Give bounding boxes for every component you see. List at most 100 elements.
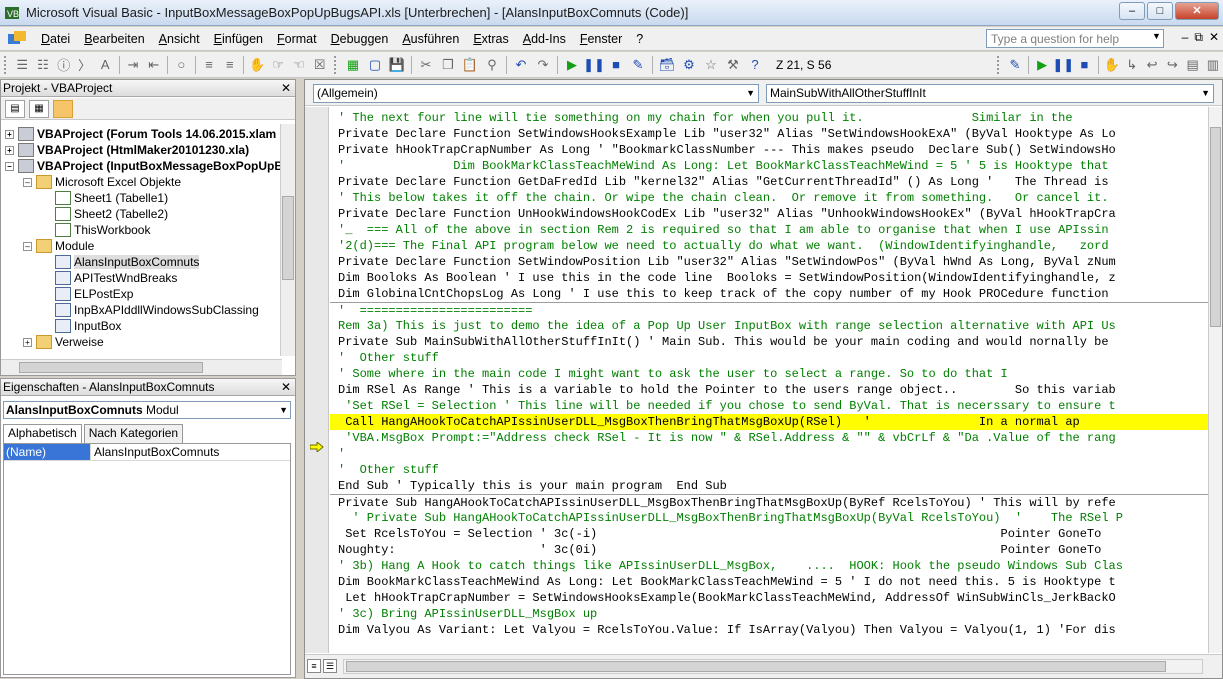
scrollbar-thumb[interactable]	[346, 661, 1166, 672]
menu-datei[interactable]: Datei	[34, 32, 77, 46]
code-line[interactable]: ' The next four line will tie something …	[330, 110, 1210, 126]
complete-word-icon[interactable]: A	[97, 56, 114, 74]
code-line[interactable]: ' Other stuff	[330, 350, 1210, 366]
tree-node-inpbxapiddll[interactable]: InpBxAPIddllWindowsSubClassing	[55, 302, 259, 318]
step-into-icon[interactable]: ↳	[1124, 56, 1140, 74]
code-line[interactable]: ' Other stuff	[330, 462, 1210, 478]
help-icon[interactable]: ?	[746, 56, 764, 74]
toggle-bookmark-icon[interactable]: ✋	[249, 56, 266, 74]
toggle-breakpoint-icon[interactable]: ✋	[1103, 56, 1119, 74]
mdi-minimize-icon[interactable]: –	[1182, 30, 1189, 45]
code-line[interactable]: ' This below takes it off the chain. Or …	[330, 190, 1210, 206]
toolbar-grip[interactable]	[997, 55, 1001, 74]
maximize-button[interactable]: □	[1147, 2, 1173, 20]
code-line[interactable]: ' Private Sub HangAHookToCatchAPIssinUse…	[330, 510, 1210, 526]
mdi-restore-icon[interactable]: ⧉	[1194, 30, 1203, 45]
full-module-view-icon[interactable]: ☰	[323, 659, 337, 673]
locals-window-icon[interactable]: ▤	[1184, 56, 1200, 74]
indent-icon[interactable]: ⇥	[125, 56, 142, 74]
paste-icon[interactable]: 📋	[461, 56, 479, 74]
view-code-icon[interactable]: ▤	[5, 99, 25, 118]
tree-node-excel-objects[interactable]: – Microsoft Excel Objekte	[23, 174, 181, 190]
object-combo[interactable]: (Allgemein) ▼	[313, 84, 759, 103]
step-out-icon[interactable]: ↪	[1164, 56, 1180, 74]
project-tree-vscrollbar[interactable]	[280, 124, 295, 356]
reset-icon[interactable]: ■	[607, 56, 625, 74]
list-properties-icon[interactable]: ☰	[14, 56, 31, 74]
menu-ansicht[interactable]: Ansicht	[152, 32, 207, 46]
outdent-icon[interactable]: ⇤	[145, 56, 162, 74]
project-tree-hscrollbar[interactable]	[1, 359, 282, 375]
procedure-view-icon[interactable]: ≡	[307, 659, 321, 673]
code-line[interactable]: Dim BookMarkClassTeachMeWind As Long: Le…	[330, 574, 1210, 590]
code-vscrollbar[interactable]	[1208, 107, 1222, 653]
cut-icon[interactable]: ✂	[417, 56, 435, 74]
tree-node-apitestwndbreaks[interactable]: APITestWndBreaks	[55, 270, 177, 286]
menu-ausfuehren[interactable]: Ausführen	[395, 32, 466, 46]
code-line[interactable]: 'VBA.MsgBox Prompt:="Address check RSel …	[330, 430, 1210, 446]
menu-debuggen[interactable]: Debuggen	[324, 32, 396, 46]
code-line[interactable]: ' 3c) Bring APIssinUserDLL_MsgBox up	[330, 606, 1210, 622]
toolbox-icon[interactable]: ⚒	[724, 56, 742, 74]
toggle-folders-icon[interactable]	[53, 99, 73, 118]
code-line[interactable]: Private Sub MainSubWithAllOtherStuffInIt…	[330, 334, 1210, 350]
tree-node-sheet2[interactable]: Sheet2 (Tabelle2)	[55, 206, 168, 222]
mdi-close-icon[interactable]: ✕	[1209, 30, 1219, 45]
uncomment-block-icon[interactable]: ≡	[221, 56, 238, 74]
tree-node-htmlmaker[interactable]: + VBAProject (HtmlMaker20101230.xla)	[5, 142, 249, 158]
chevron-down-icon[interactable]: ▼	[1201, 85, 1210, 102]
code-line[interactable]: Private Declare Function UnHookWindowsHo…	[330, 206, 1210, 222]
code-line[interactable]: Noughty: ' 3c(0i) Pointer GoneTo	[330, 542, 1210, 558]
object-browser-icon[interactable]: ☆	[702, 56, 720, 74]
tree-node-elpostexp[interactable]: ELPostExp	[55, 286, 133, 302]
quick-info-icon[interactable]: ⓘ	[55, 56, 72, 74]
tree-node-inputbox-project[interactable]: – VBAProject (InputBoxMessageBoxPopUpB	[5, 158, 281, 174]
toolbar-grip[interactable]	[4, 55, 8, 74]
menu-einfuegen[interactable]: Einfügen	[207, 32, 270, 46]
menu-format[interactable]: Format	[270, 32, 324, 46]
pause-icon[interactable]: ❚❚	[1052, 56, 1074, 74]
object-selector[interactable]: AlansInputBoxComnuts Modul ▼	[3, 401, 291, 419]
close-icon[interactable]: ✕	[281, 379, 291, 395]
properties-window-icon[interactable]: ⚙	[680, 56, 698, 74]
code-line[interactable]: Private Declare Function SetWindowPositi…	[330, 254, 1210, 270]
scrollbar-thumb[interactable]	[1210, 127, 1221, 327]
tree-node-sheet1[interactable]: Sheet1 (Tabelle1)	[55, 190, 168, 206]
close-icon[interactable]: ✕	[281, 80, 291, 96]
break-icon[interactable]: ❚❚	[583, 56, 605, 74]
current-execution-line[interactable]: Call HangAHookToCatchAPIssinUserDLL_MsgB…	[330, 414, 1210, 430]
code-line[interactable]: Dim Valyou As Variant: Let Valyou = Rcel…	[330, 622, 1210, 638]
panel-splitter[interactable]	[297, 79, 304, 679]
tab-alphabetisch[interactable]: Alphabetisch	[3, 424, 82, 443]
tree-node-verweise[interactable]: + Verweise	[23, 334, 104, 350]
collapse-icon[interactable]: –	[5, 161, 14, 171]
comment-block-icon[interactable]: ≡	[201, 56, 218, 74]
view-object-icon[interactable]: ▦	[29, 99, 49, 118]
parameter-info-icon[interactable]: 〉	[76, 56, 93, 74]
code-line[interactable]: ' Dim BookMarkClassTeachMeWind As Long: …	[330, 158, 1210, 174]
menu-help[interactable]: ?	[629, 32, 650, 46]
code-line[interactable]: 'Set RSel = Selection ' This line will b…	[330, 398, 1210, 414]
code-margin[interactable]	[305, 107, 329, 653]
toolbar-grip[interactable]	[334, 55, 338, 74]
expand-icon[interactable]: +	[5, 145, 14, 155]
expand-icon[interactable]: +	[5, 129, 14, 139]
tree-node-forum-tools[interactable]: + VBAProject (Forum Tools 14.06.2015.xla…	[5, 126, 276, 142]
code-line[interactable]: Dim GlobinalCntChopsLog As Long ' I use …	[330, 286, 1210, 302]
undo-icon[interactable]: ↶	[512, 56, 530, 74]
code-line[interactable]: Dim Booloks As Boolean ' I use this in t…	[330, 270, 1210, 286]
code-line[interactable]: ' ========================	[330, 302, 1210, 318]
design-mode-icon[interactable]: ✎	[1007, 56, 1023, 74]
code-line[interactable]: End Sub ' Typically this is your main pr…	[330, 478, 1210, 494]
copy-icon[interactable]: ❐	[439, 56, 457, 74]
procedure-combo[interactable]: MainSubWithAllOtherStuffInIt ▼	[766, 84, 1214, 103]
tab-nach-kategorien[interactable]: Nach Kategorien	[83, 424, 184, 443]
chevron-down-icon[interactable]: ▼	[279, 402, 288, 418]
menu-bearbeiten[interactable]: Bearbeiten	[77, 32, 151, 46]
next-bookmark-icon[interactable]: ☞	[270, 56, 287, 74]
stop-icon[interactable]: ■	[1076, 56, 1092, 74]
collapse-icon[interactable]: –	[23, 177, 32, 187]
tree-node-alansinputboxcomnuts[interactable]: AlansInputBoxComnuts	[55, 254, 200, 270]
code-line[interactable]: Private Declare Function SetWindowsHooks…	[330, 126, 1210, 142]
previous-bookmark-icon[interactable]: ☜	[291, 56, 308, 74]
